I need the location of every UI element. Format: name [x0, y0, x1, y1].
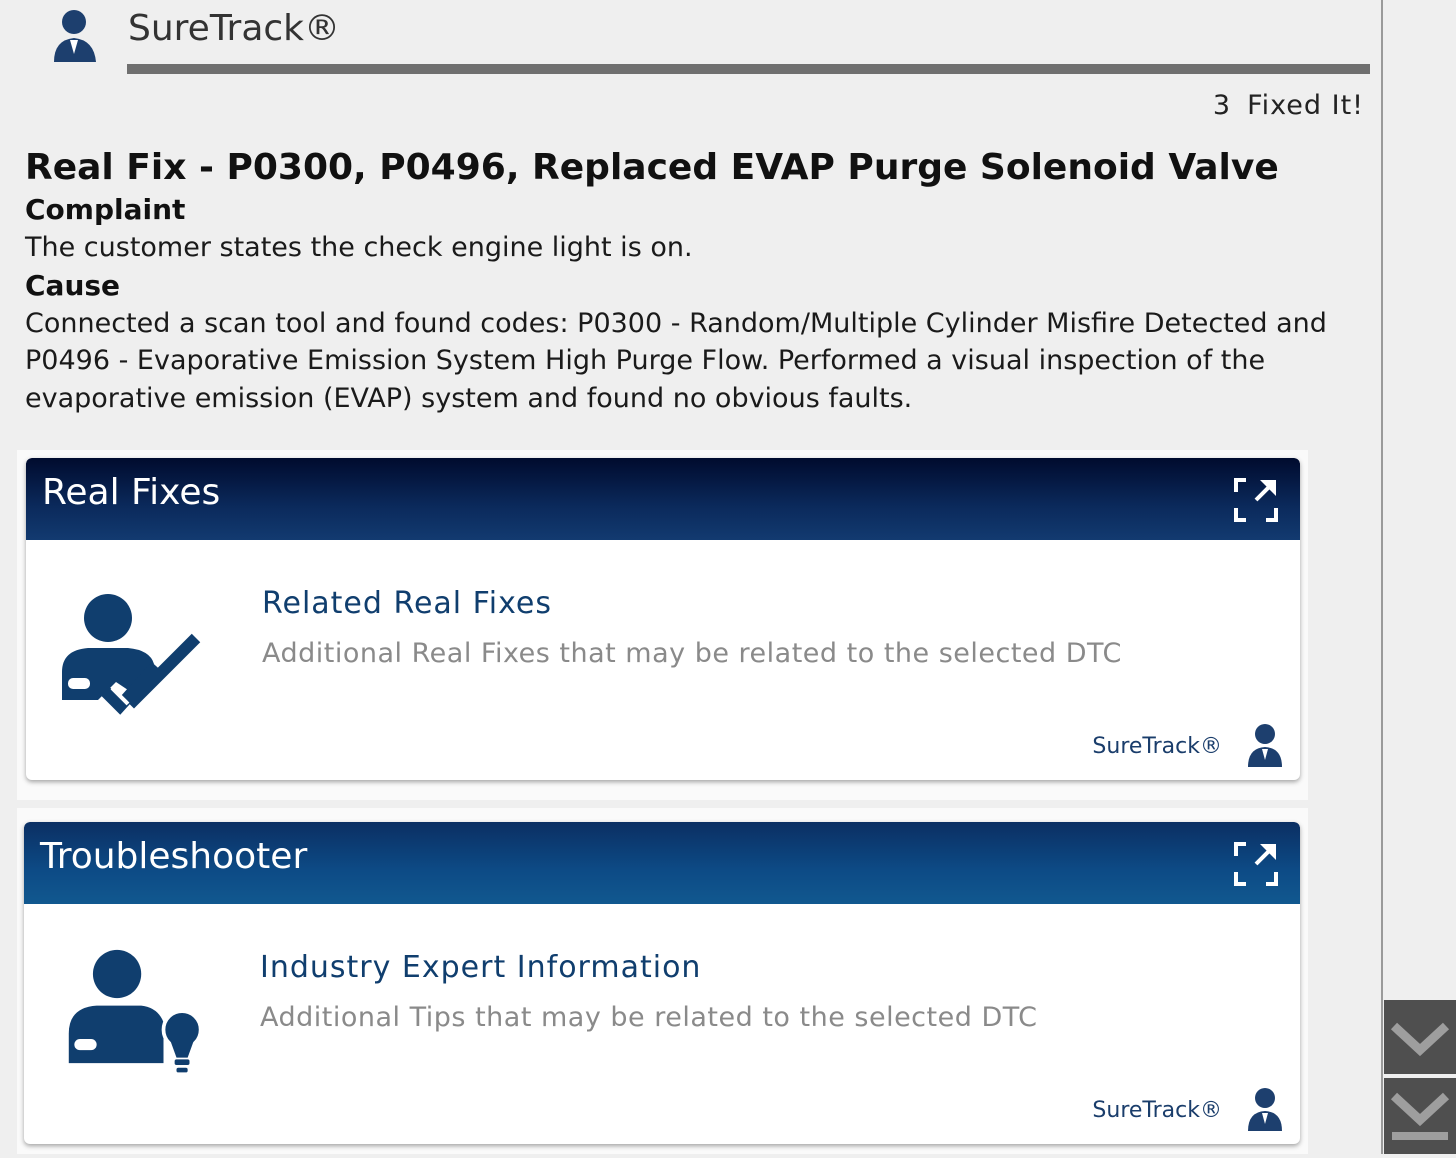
- real-fixes-header: Real Fixes: [26, 458, 1300, 540]
- troubleshooter-title: Troubleshooter: [40, 836, 308, 877]
- troubleshooter-description: Additional Tips that may be related to t…: [260, 1002, 1038, 1033]
- fix-title: Real Fix - P0300, P0496, Replaced EVAP P…: [25, 147, 1279, 188]
- industry-expert-information-link[interactable]: Industry Expert Information: [260, 950, 701, 985]
- fixed-it-counter: 3 Fixed It!: [1213, 90, 1364, 121]
- troubleshooter-brand: SureTrack®: [1092, 1098, 1222, 1123]
- expand-icon[interactable]: [1234, 478, 1278, 522]
- real-fixes-card-container: Real Fixes Related Real Fixes Additional…: [17, 450, 1308, 800]
- header-divider: [127, 64, 1370, 74]
- real-fixes-card: Real Fixes Related Real Fixes Additional…: [26, 458, 1300, 780]
- person-icon: [1248, 724, 1282, 767]
- fix-details: Real Fix - P0300, P0496, Replaced EVAP P…: [25, 145, 1345, 417]
- app-header: SureTrack®: [0, 0, 1380, 90]
- scroll-down-button[interactable]: [1384, 1000, 1456, 1074]
- scrollbar-track[interactable]: [1381, 0, 1456, 1154]
- person-lightbulb-icon: [68, 949, 203, 1073]
- real-fixes-description: Additional Real Fixes that may be relate…: [262, 638, 1122, 669]
- chevron-down-icon: [1390, 1022, 1450, 1057]
- troubleshooter-card-container: Troubleshooter Industry Expert Informati…: [17, 808, 1308, 1154]
- troubleshooter-card: Troubleshooter Industry Expert Informati…: [24, 822, 1300, 1144]
- app-title: SureTrack®: [128, 8, 341, 49]
- complaint-text: The customer states the check engine lig…: [25, 232, 693, 263]
- fixed-it-count: 3: [1212, 90, 1232, 121]
- person-icon: [54, 10, 96, 62]
- real-fixes-title: Real Fixes: [42, 472, 221, 513]
- complaint-label: Complaint: [25, 193, 186, 226]
- fixed-it-label: Fixed It!: [1247, 90, 1364, 121]
- cause-text: Connected a scan tool and found codes: P…: [25, 307, 1327, 414]
- scroll-to-end-button[interactable]: [1384, 1078, 1456, 1154]
- expand-icon[interactable]: [1234, 842, 1278, 886]
- person-checkmark-icon: [62, 594, 201, 715]
- troubleshooter-header: Troubleshooter: [24, 822, 1300, 904]
- chevron-down-end-icon: [1390, 1092, 1450, 1140]
- cause-label: Cause: [25, 268, 121, 302]
- person-icon: [1248, 1088, 1282, 1131]
- related-real-fixes-link[interactable]: Related Real Fixes: [262, 586, 552, 621]
- real-fixes-brand: SureTrack®: [1092, 734, 1222, 759]
